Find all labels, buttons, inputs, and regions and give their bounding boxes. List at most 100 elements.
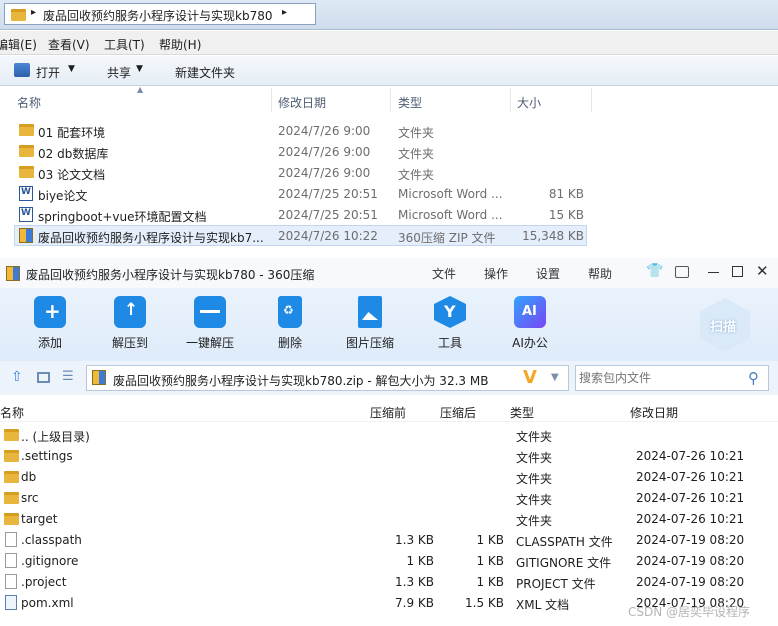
tools-button[interactable]: Y 工具 bbox=[420, 296, 480, 351]
folder-icon bbox=[4, 471, 19, 483]
file-date: 2024/7/26 9:00 bbox=[278, 124, 371, 138]
column-header-type[interactable]: 类型 bbox=[398, 94, 422, 111]
column-divider[interactable] bbox=[390, 88, 391, 112]
word-doc-icon bbox=[19, 207, 33, 222]
image-compress-button[interactable]: 图片压缩 bbox=[340, 296, 400, 351]
list-item[interactable]: biye论文 2024/7/25 20:51 Microsoft Word ..… bbox=[14, 183, 587, 204]
minimize-icon[interactable] bbox=[708, 272, 719, 273]
file-type: 360压缩 ZIP 文件 bbox=[398, 231, 496, 245]
list-item-selected[interactable]: 废品回收预约服务小程序设计与实现kb7... 2024/7/26 10:22 3… bbox=[14, 225, 587, 246]
entry-name: target bbox=[21, 512, 58, 526]
column-header-name[interactable]: 名称 bbox=[0, 404, 24, 421]
tab-settings[interactable]: 设置 bbox=[536, 265, 560, 282]
column-header-size[interactable]: 大小 bbox=[517, 94, 541, 111]
entry-name: db bbox=[21, 470, 37, 484]
column-header-compressed-after[interactable]: 压缩后 bbox=[440, 404, 476, 421]
search-box: ⚲ bbox=[575, 365, 769, 391]
explorer-window: ▸ 废品回收预约服务小程序设计与实现kb780 ▸ 编辑(E) 查看(V) 工具… bbox=[0, 0, 778, 258]
scan-button[interactable]: 扫描 bbox=[700, 298, 750, 352]
tab-file[interactable]: 文件 bbox=[432, 265, 456, 282]
table-row[interactable]: src 文件夹 2024-07-26 10:21 bbox=[0, 487, 778, 508]
file-icon bbox=[5, 574, 17, 589]
archive-path-box[interactable]: 废品回收预约服务小程序设计与实现kb780.zip - 解包大小为 32.3 M… bbox=[86, 365, 569, 391]
add-icon: + bbox=[34, 296, 66, 328]
file-date: 2024/7/25 20:51 bbox=[278, 187, 378, 201]
menu-help[interactable]: 帮助(H) bbox=[159, 36, 201, 53]
shirt-icon[interactable]: 👕 bbox=[646, 263, 663, 279]
list-view-icon[interactable]: ☰ bbox=[62, 369, 74, 384]
one-click-extract-button[interactable]: 一键解压 bbox=[180, 296, 240, 351]
chevron-down-icon: ▼ bbox=[136, 64, 143, 74]
list-item[interactable]: springboot+vue环境配置文档 2024/7/25 20:51 Mic… bbox=[14, 204, 587, 225]
up-arrow-icon[interactable]: ⇧ bbox=[11, 369, 23, 385]
title-bar: 废品回收预约服务小程序设计与实现kb780 - 360压缩 文件 操作 设置 帮… bbox=[0, 258, 778, 288]
column-divider[interactable] bbox=[510, 88, 511, 112]
table-row[interactable]: target 文件夹 2024-07-26 10:21 bbox=[0, 508, 778, 529]
menu-tools[interactable]: 工具(T) bbox=[104, 36, 145, 53]
search-input[interactable] bbox=[579, 371, 739, 385]
breadcrumb-path: 废品回收预约服务小程序设计与实现kb780 bbox=[43, 9, 273, 23]
feedback-icon[interactable] bbox=[675, 266, 689, 278]
column-header-date[interactable]: 修改日期 bbox=[278, 94, 326, 111]
share-button[interactable]: 共享 ▼ bbox=[107, 62, 167, 80]
close-icon[interactable]: ✕ bbox=[756, 262, 769, 280]
file-type: 文件夹 bbox=[398, 147, 435, 161]
word-doc-icon bbox=[19, 186, 33, 201]
delete-icon: ♻ bbox=[278, 296, 302, 328]
open-button[interactable]: 打开 ▼ bbox=[14, 62, 92, 80]
thumbnail-view-icon[interactable] bbox=[37, 372, 50, 383]
entry-date: 2024-07-26 10:21 bbox=[636, 470, 745, 484]
open-icon bbox=[14, 63, 30, 77]
one-click-extract-icon bbox=[194, 296, 226, 328]
v-logo-icon[interactable]: V bbox=[523, 367, 537, 388]
menu-edit[interactable]: 编辑(E) bbox=[0, 36, 37, 53]
column-header-name[interactable]: 名称 bbox=[17, 94, 41, 111]
chevron-down-icon[interactable]: ▼ bbox=[551, 372, 559, 383]
search-icon[interactable]: ⚲ bbox=[748, 369, 759, 387]
column-divider[interactable] bbox=[591, 88, 592, 112]
delete-button[interactable]: ♻ 删除 bbox=[260, 296, 320, 351]
list-item[interactable]: 03 论文文档 2024/7/26 9:00 文件夹 bbox=[14, 162, 587, 183]
chevron-right-icon[interactable]: ▸ bbox=[282, 7, 287, 18]
folder-icon bbox=[19, 124, 34, 136]
maximize-icon[interactable] bbox=[732, 266, 743, 277]
open-label: 打开 bbox=[36, 66, 61, 80]
ai-office-icon: AI bbox=[514, 296, 546, 328]
new-folder-button[interactable]: 新建文件夹 bbox=[175, 64, 235, 81]
file-date: 2024/7/26 9:00 bbox=[278, 166, 371, 180]
table-row[interactable]: .project 1.3 KB 1 KB PROJECT 文件 2024-07-… bbox=[0, 571, 778, 592]
entry-name: .settings bbox=[21, 449, 73, 463]
file-size: 15,348 KB bbox=[522, 229, 584, 243]
list-item[interactable]: 02 db数据库 2024/7/26 9:00 文件夹 bbox=[14, 141, 587, 162]
file-type: Microsoft Word ... bbox=[398, 208, 503, 222]
sort-arrow-icon: ▲ bbox=[137, 85, 144, 94]
table-row[interactable]: .classpath 1.3 KB 1 KB CLASSPATH 文件 2024… bbox=[0, 529, 778, 550]
entry-name: .. (上级目录) bbox=[21, 430, 90, 444]
ai-office-label: AI办公 bbox=[512, 336, 548, 350]
menu-view[interactable]: 查看(V) bbox=[48, 36, 90, 53]
list-item[interactable]: 01 配套环境 2024/7/26 9:00 文件夹 bbox=[14, 120, 587, 141]
file-date: 2024/7/26 9:00 bbox=[278, 145, 371, 159]
extract-to-button[interactable]: ↑ 解压到 bbox=[100, 296, 160, 351]
archive-path-text: 废品回收预约服务小程序设计与实现kb780.zip - 解包大小为 32.3 M… bbox=[113, 374, 489, 388]
column-header-date[interactable]: 修改日期 bbox=[630, 404, 678, 421]
table-row[interactable]: db 文件夹 2024-07-26 10:21 bbox=[0, 466, 778, 487]
tab-operation[interactable]: 操作 bbox=[484, 265, 508, 282]
share-label: 共享 bbox=[107, 66, 132, 80]
column-header-compressed-before[interactable]: 压缩前 bbox=[370, 404, 406, 421]
table-row[interactable]: .settings 文件夹 2024-07-26 10:21 bbox=[0, 445, 778, 466]
file-type: 文件夹 bbox=[398, 168, 435, 182]
entry-date: 2024-07-19 08:20 bbox=[636, 554, 745, 568]
column-divider[interactable] bbox=[271, 88, 272, 112]
file-icon bbox=[5, 532, 17, 547]
ai-office-button[interactable]: AI AI办公 bbox=[500, 296, 560, 351]
table-row[interactable]: .. (上级目录) 文件夹 bbox=[0, 424, 778, 445]
tab-help[interactable]: 帮助 bbox=[588, 265, 612, 282]
breadcrumb[interactable]: ▸ 废品回收预约服务小程序设计与实现kb780 ▸ bbox=[4, 3, 316, 25]
table-row[interactable]: .gitignore 1 KB 1 KB GITIGNORE 文件 2024-0… bbox=[0, 550, 778, 571]
entry-type: 文件夹 bbox=[516, 514, 553, 528]
app-logo-icon bbox=[6, 266, 20, 281]
file-name: biye论文 bbox=[38, 189, 88, 203]
column-header-type[interactable]: 类型 bbox=[510, 404, 534, 421]
add-button[interactable]: + 添加 bbox=[20, 296, 80, 351]
